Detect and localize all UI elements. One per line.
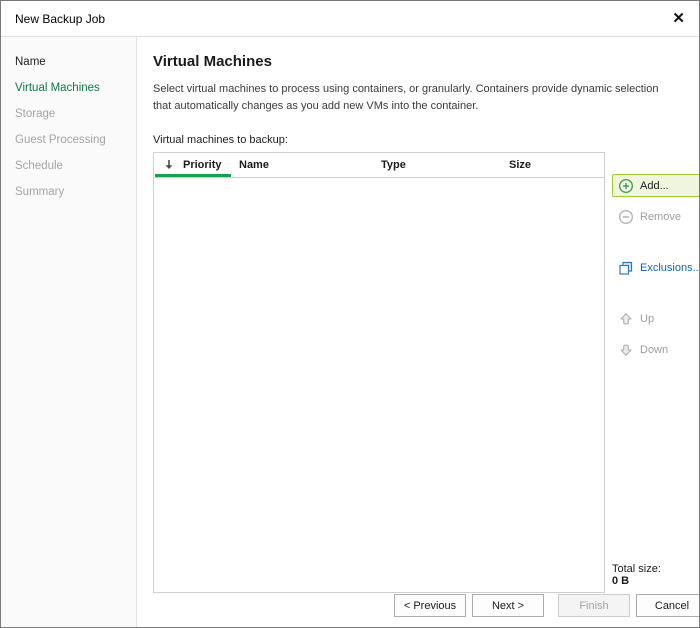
- add-circle-icon: [618, 178, 634, 194]
- page-title: Virtual Machines: [153, 53, 700, 70]
- column-header-type[interactable]: Type: [381, 153, 509, 177]
- sidebar-item-storage: Storage: [1, 101, 136, 127]
- column-label-name: Name: [239, 159, 269, 171]
- down-button[interactable]: Down: [612, 338, 700, 361]
- column-label-size: Size: [509, 159, 531, 171]
- up-button-label: Up: [640, 313, 654, 325]
- up-button[interactable]: Up: [612, 307, 700, 330]
- exclusions-icon: [618, 260, 634, 276]
- arrow-up-icon: [618, 311, 634, 327]
- exclusions-button-label: Exclusions...: [640, 262, 700, 274]
- main-panel: Virtual Machines Select virtual machines…: [137, 37, 700, 628]
- next-button[interactable]: Next >: [472, 594, 544, 617]
- column-label-priority: Priority: [183, 159, 222, 171]
- sidebar-item-schedule: Schedule: [1, 153, 136, 179]
- finish-button[interactable]: Finish: [558, 594, 630, 617]
- exclusions-button[interactable]: Exclusions...: [612, 256, 700, 279]
- wizard-footer: < Previous Next > Finish Cancel: [394, 594, 700, 617]
- sort-descending-icon: [161, 157, 177, 173]
- cancel-button[interactable]: Cancel: [636, 594, 700, 617]
- remove-button-label: Remove: [640, 211, 681, 223]
- total-size-label: Total size:: [612, 563, 700, 575]
- remove-button[interactable]: Remove: [612, 205, 700, 228]
- new-backup-job-window: New Backup Job ✕ Name Virtual Machines S…: [0, 0, 700, 628]
- remove-circle-icon: [618, 209, 634, 225]
- vm-table: Priority Name Type Size: [153, 152, 605, 593]
- window-title: New Backup Job: [15, 12, 105, 26]
- arrow-down-icon: [618, 342, 634, 358]
- previous-button[interactable]: < Previous: [394, 594, 466, 617]
- column-header-name[interactable]: Name: [239, 153, 381, 177]
- column-header-priority[interactable]: Priority: [154, 153, 239, 177]
- page-description: Select virtual machines to process using…: [153, 81, 678, 114]
- column-label-type: Type: [381, 159, 406, 171]
- total-size-value: 0 B: [612, 575, 700, 587]
- add-button-label: Add...: [640, 180, 669, 192]
- sidebar-item-summary: Summary: [1, 179, 136, 205]
- column-header-size[interactable]: Size: [509, 153, 604, 177]
- vm-actions-column: Add... Remove: [612, 152, 700, 593]
- vm-table-header: Priority Name Type Size: [154, 153, 604, 178]
- down-button-label: Down: [640, 344, 668, 356]
- wizard-steps-sidebar: Name Virtual Machines Storage Guest Proc…: [1, 37, 137, 628]
- sidebar-item-guest-processing: Guest Processing: [1, 127, 136, 153]
- titlebar: New Backup Job ✕: [1, 1, 699, 37]
- close-icon[interactable]: ✕: [672, 11, 685, 26]
- sidebar-item-virtual-machines[interactable]: Virtual Machines: [1, 75, 136, 101]
- sidebar-item-name[interactable]: Name: [1, 49, 136, 75]
- total-size: Total size: 0 B: [612, 563, 700, 593]
- add-button[interactable]: Add...: [612, 174, 700, 197]
- vm-table-body: [154, 178, 604, 592]
- vm-table-label: Virtual machines to backup:: [153, 134, 700, 146]
